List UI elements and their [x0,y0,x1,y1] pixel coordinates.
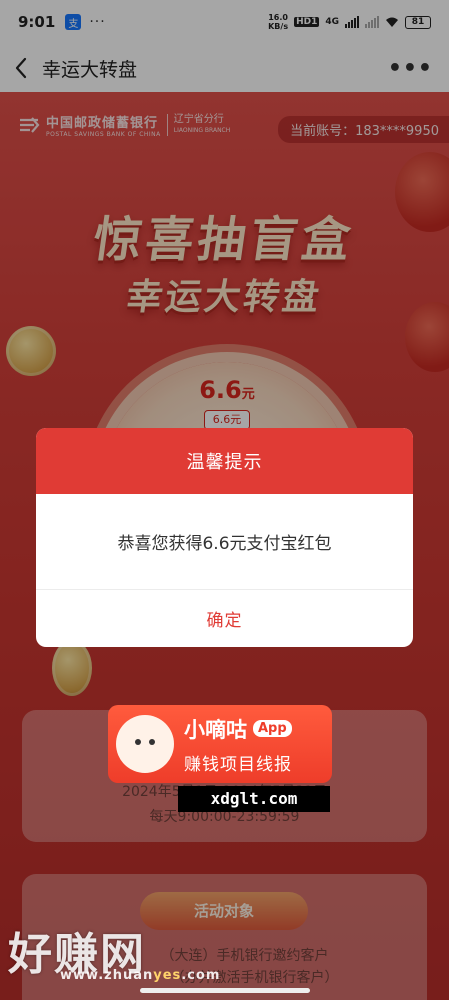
watermark-url-c: .com [181,968,221,983]
mascot-icon [116,715,174,773]
watermark-slogan: 赚钱项目线报 [184,754,292,775]
home-indicator[interactable] [140,988,310,993]
watermark-url-b: yes [153,968,182,983]
watermark-url: www.zhuanyes.com [60,968,220,983]
watermark-site: xdglt.com [178,786,330,812]
dialog-title: 温馨提示 [36,428,413,494]
dialog-message: 恭喜您获得6.6元支付宝红包 [36,494,413,590]
watermark-app-tag: App [253,720,292,737]
watermark-app-name: 小嘀咕 [184,717,247,742]
watermark-url-a: www.zhuan [60,968,154,983]
watermark-app-badge: 小嘀咕 App 赚钱项目线报 [108,705,332,783]
prize-dialog: 温馨提示 恭喜您获得6.6元支付宝红包 确定 [36,428,413,647]
confirm-button[interactable]: 确定 [36,590,413,647]
